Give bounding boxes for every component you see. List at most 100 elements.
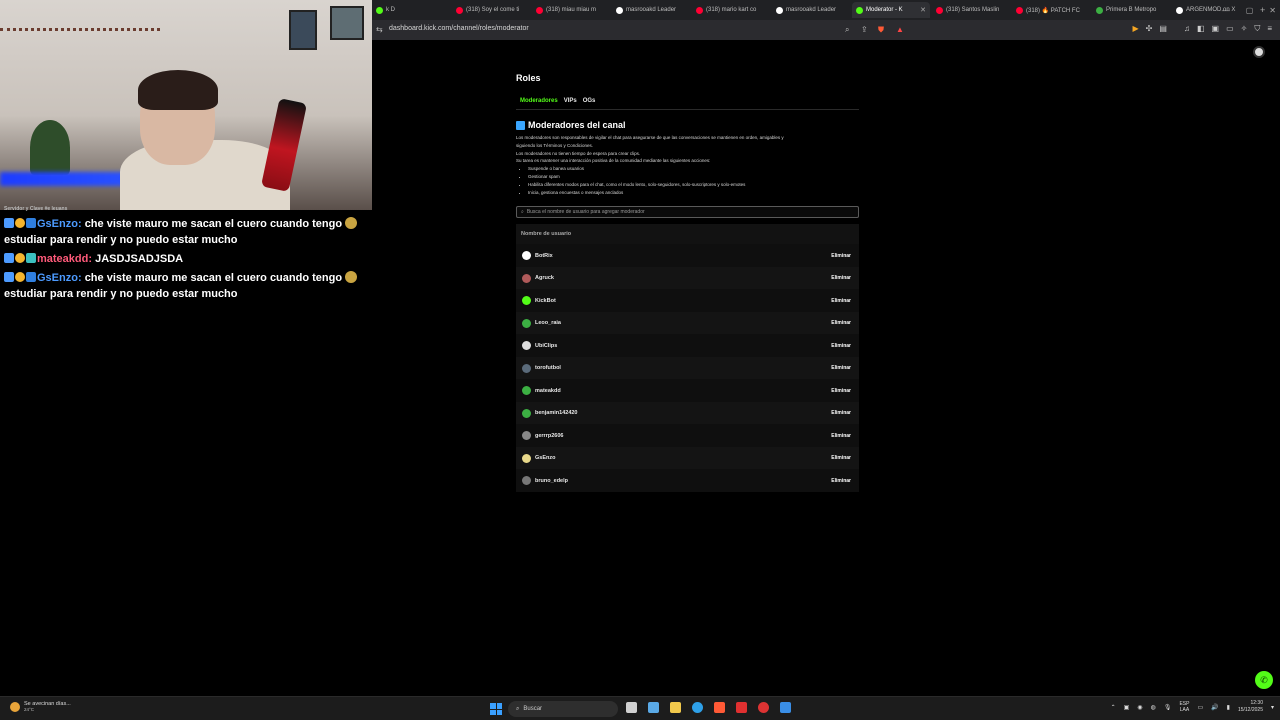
tab-vips[interactable]: VIPs [564,98,577,108]
moderator-username[interactable]: KickBot [535,298,556,304]
zoom-icon[interactable]: ⌕ [845,25,849,35]
brave-shield-icon[interactable]: ⛊ [878,25,884,35]
sidebar-toggle-icon[interactable]: ◧ [1197,24,1205,34]
moderator-username[interactable]: UbiClips [535,343,557,349]
browser-tab[interactable]: k D [372,2,450,18]
roles-dashboard: Roles Moderadores VIPs OGs Moderadores d… [516,70,859,492]
tab-title: masrooakd Leader [626,7,677,13]
moderator-username[interactable]: Leoo_raia [535,320,561,326]
moderator-search-input[interactable]: ⌕ Busca el nombre de usuario para agrega… [516,206,859,219]
moderator-username[interactable]: gerrrp2606 [535,433,563,439]
streamer-hair [138,70,218,110]
notifications-icon[interactable]: ▾ [1271,704,1274,711]
moderator-username[interactable]: bruno_edelp [535,478,568,484]
browser-tab[interactable]: masrooakd Leader [772,2,850,18]
tab-moderadores[interactable]: Moderadores [520,98,558,108]
moderator-username[interactable]: Agruck [535,275,554,281]
remove-moderator-button[interactable]: Eliminar [831,298,851,304]
moderator-username[interactable]: BotRix [535,253,553,259]
wallet-icon[interactable]: ▣ [1212,24,1220,34]
remove-moderator-button[interactable]: Eliminar [831,388,851,394]
shield-icon[interactable]: ⛉ [1254,24,1260,34]
file-explorer-icon[interactable] [670,702,681,713]
widgets-app-icon[interactable] [648,702,659,713]
browser-tab[interactable]: (318) 🔥 PATCH FC [1012,2,1090,18]
remove-moderator-button[interactable]: Eliminar [831,433,851,439]
remove-moderator-button[interactable]: Eliminar [831,253,851,259]
sidebar-extension-icon[interactable]: ▤ [1159,24,1167,34]
remove-moderator-button[interactable]: Eliminar [831,478,851,484]
browser-tab[interactable]: masrooakd Leader [612,2,690,18]
browser-tab[interactable]: (318) Soy el come ti [452,2,530,18]
remove-moderator-button[interactable]: Eliminar [831,275,851,281]
table-header: Nombre de usuario [516,224,859,245]
music-icon[interactable]: ♫ [1184,24,1190,34]
tab-title: k D [386,7,395,13]
share-icon[interactable]: ⇪ [861,25,868,34]
clock-date: 15/12/2025 [1237,707,1263,713]
menu-icon[interactable]: ≡ [1267,24,1272,34]
remove-moderator-button[interactable]: Eliminar [831,410,851,416]
play-extension-icon[interactable]: ▶ [1133,24,1139,34]
weather-widget[interactable]: Se avecinan días... 24°C [10,701,71,712]
table-row: Agruck Eliminar [516,266,859,290]
microphone [260,98,308,192]
language-indicator[interactable]: ESP LAA [1179,701,1189,713]
tab-favicon-icon [456,6,463,14]
leo-ai-icon[interactable]: ✧ [1241,24,1248,34]
moderator-table: BotRix Eliminar Agruck Eliminar KickBot Elimi… [516,244,859,492]
minimize-icon[interactable]: — [1222,6,1230,15]
tray-app-icon[interactable]: ◉ [1137,704,1142,711]
moderator-username[interactable]: benjamin142420 [535,410,578,416]
url-text[interactable]: dashboard.kick.com/channel/roles/moderat… [389,25,529,32]
tab-favicon-icon [936,6,943,14]
puzzle-extension-icon[interactable]: ✣ [1146,24,1153,34]
moderator-username[interactable]: torofutbol [535,365,561,371]
notepad-icon[interactable] [780,702,791,713]
browser-tab[interactable]: Moderator - K ✕ [852,2,930,18]
site-info-icon[interactable]: ⇆ [376,25,383,34]
help-chat-icon[interactable]: ✆ [1255,671,1273,689]
tab-favicon-icon [376,6,383,14]
account-avatar[interactable] [1253,46,1265,58]
chat-separator: : [77,218,82,230]
browser-tab[interactable]: (318) Santos Maslin [932,2,1010,18]
extension-icons: ▶ ✣ ▤ ♫ ◧ ▣ ▭ ✧ ⛉ ≡ [1133,24,1272,34]
moderator-username[interactable]: mateakdd [535,388,561,394]
taskbar-search[interactable]: ⌕ Buscar [508,701,618,717]
remove-moderator-button[interactable]: Eliminar [831,320,851,326]
close-icon[interactable]: ✕ [1269,6,1276,15]
network-icon[interactable]: ▭ [1197,704,1203,711]
clock[interactable]: 12:30 15/12/2025 [1238,700,1263,714]
chevron-up-icon[interactable]: ⌃ [1111,704,1116,711]
battery-icon[interactable]: ▮ [1227,704,1230,711]
badge-icon [4,218,14,228]
tray-app-icon[interactable]: ◍ [1151,704,1156,711]
remove-moderator-button[interactable]: Eliminar [831,365,851,371]
brave-icon[interactable] [714,702,725,713]
calendar-app-icon[interactable] [736,702,747,713]
maximize-icon[interactable]: ▢ [1246,6,1254,15]
task-view-icon[interactable] [626,702,637,713]
emote-icon [345,271,358,283]
browser-tab[interactable]: (318) mario kart co [692,2,770,18]
tab-title: masrooakd Leader [786,7,837,13]
tray-app-icon[interactable]: ▣ [1124,704,1130,711]
browser-tab[interactable]: (318) miau miau m [532,2,610,18]
edge-icon[interactable] [692,702,703,713]
chrome-icon[interactable] [758,702,769,713]
remove-moderator-button[interactable]: Eliminar [831,455,851,461]
chat-username: GsEnzo [37,218,78,230]
close-tab-icon[interactable]: ✕ [920,6,926,14]
browser-tab[interactable]: Primera B Metropo [1092,2,1170,18]
rewards-icon[interactable]: ▲ [896,25,904,34]
chat-username: mateakdd [37,253,89,265]
start-button[interactable] [490,703,502,715]
vpn-icon[interactable]: ▭ [1226,24,1234,34]
microphone-icon[interactable]: 🎙 [1164,704,1172,711]
remove-moderator-button[interactable]: Eliminar [831,343,851,349]
volume-icon[interactable]: 🔊 [1211,704,1218,711]
tab-ogs[interactable]: OGs [583,98,596,108]
moderator-username[interactable]: GsEnzo [535,455,555,461]
desc-line: Su tarea es mantener una interacción pos… [516,158,711,164]
